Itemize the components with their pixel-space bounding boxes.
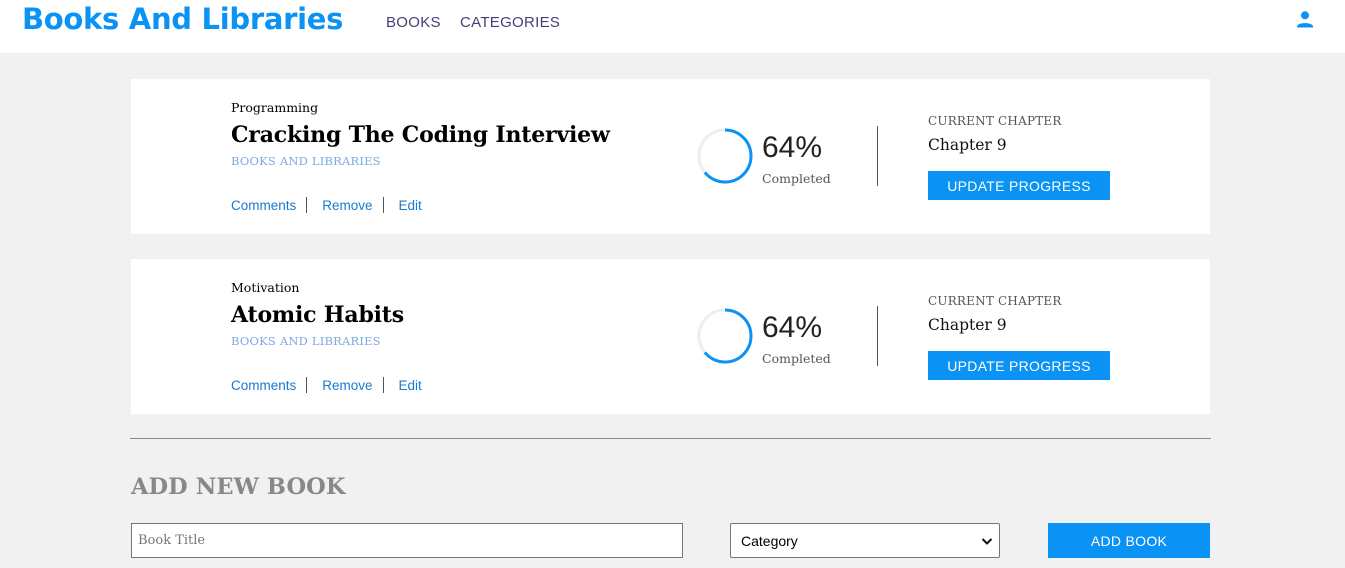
update-progress-button[interactable]: UPDATE PROGRESS	[928, 171, 1110, 200]
category-select[interactable]: Category	[730, 523, 1000, 558]
book-title-input[interactable]	[131, 523, 683, 558]
remove-link[interactable]: Remove	[322, 198, 372, 213]
chevron-down-icon	[981, 538, 993, 545]
progress-label: Completed	[762, 171, 831, 186]
current-chapter-value: Chapter 9	[928, 316, 1007, 334]
divider	[306, 377, 308, 393]
book-title: Atomic Habits	[231, 302, 404, 328]
edit-link[interactable]: Edit	[399, 198, 422, 213]
remove-link[interactable]: Remove	[322, 378, 372, 393]
book-actions: Comments Remove Edit	[231, 197, 422, 213]
comments-link[interactable]: Comments	[231, 198, 296, 213]
progress-percent: 64%	[762, 311, 823, 344]
current-chapter-label: CURRENT CHAPTER	[928, 294, 1062, 308]
top-navbar: Books And Libraries BOOKS CATEGORIES	[0, 0, 1345, 53]
book-author: BOOKS AND LIBRARIES	[231, 334, 381, 348]
comments-link[interactable]: Comments	[231, 378, 296, 393]
divider	[382, 197, 384, 213]
category-select-value: Category	[741, 533, 798, 549]
vertical-divider	[877, 126, 878, 186]
book-card: Programming Cracking The Coding Intervie…	[131, 79, 1210, 234]
progress-percent: 64%	[762, 131, 823, 164]
nav-categories-link[interactable]: CATEGORIES	[460, 14, 560, 31]
book-category: Programming	[231, 100, 319, 115]
progress-ring	[697, 308, 753, 364]
brand-logo[interactable]: Books And Libraries	[22, 2, 343, 36]
current-chapter-label: CURRENT CHAPTER	[928, 114, 1062, 128]
divider	[306, 197, 308, 213]
add-book-button[interactable]: ADD BOOK	[1048, 523, 1210, 558]
book-category: Motivation	[231, 280, 300, 295]
user-account-button[interactable]	[1293, 7, 1317, 31]
progress-label: Completed	[762, 351, 831, 366]
vertical-divider	[877, 306, 878, 366]
section-divider	[130, 438, 1211, 439]
book-card: Motivation Atomic Habits BOOKS AND LIBRA…	[131, 259, 1210, 414]
add-book-heading: ADD NEW BOOK	[131, 474, 346, 500]
divider	[382, 377, 384, 393]
nav-books-link[interactable]: BOOKS	[386, 14, 441, 31]
edit-link[interactable]: Edit	[399, 378, 422, 393]
book-author: BOOKS AND LIBRARIES	[231, 154, 381, 168]
current-chapter-value: Chapter 9	[928, 136, 1007, 154]
book-title: Cracking The Coding Interview	[231, 122, 610, 148]
progress-ring	[697, 128, 753, 184]
book-actions: Comments Remove Edit	[231, 377, 422, 393]
update-progress-button[interactable]: UPDATE PROGRESS	[928, 351, 1110, 380]
user-icon	[1297, 11, 1313, 28]
